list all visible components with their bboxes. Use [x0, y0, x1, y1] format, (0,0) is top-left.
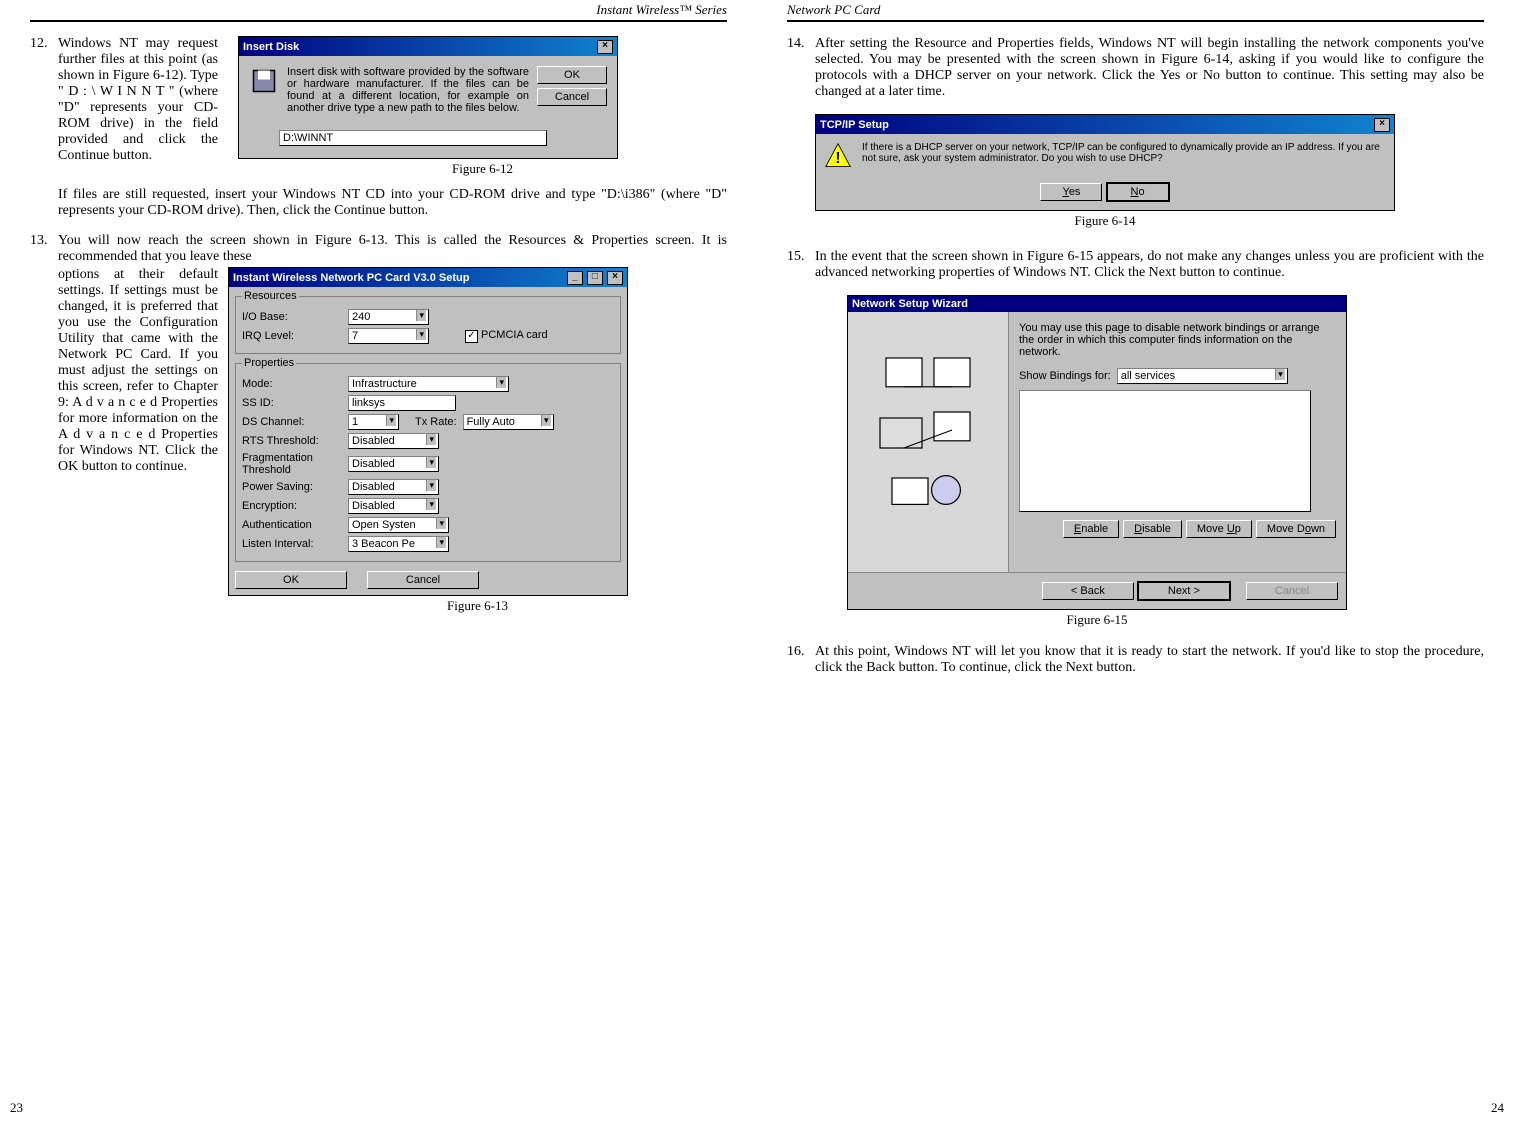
step-14-number: 14.	[787, 36, 815, 100]
ok-button[interactable]: OK	[537, 66, 607, 84]
ssid-label: SS ID:	[242, 397, 342, 409]
dialog-title: TCP/IP Setup	[820, 119, 889, 131]
path-input[interactable]: D:\WINNT	[279, 130, 547, 146]
step-13-number: 13.	[30, 233, 58, 614]
minimize-icon[interactable]: _	[567, 271, 583, 285]
io-base-label: I/O Base:	[242, 311, 342, 323]
step-15-text: In the event that the screen shown in Fi…	[815, 249, 1484, 281]
page-header-right: Network PC Card	[787, 0, 1484, 22]
back-button[interactable]: < Back	[1042, 582, 1134, 600]
ds-channel-label: DS Channel:	[242, 416, 342, 428]
warning-icon: !	[824, 142, 852, 170]
step-15-number: 15.	[787, 249, 815, 281]
dialog-message: If there is a DHCP server on your networ…	[862, 142, 1386, 170]
mode-select[interactable]: Infrastructure	[348, 376, 509, 392]
step-14-text: After setting the Resource and Propertie…	[815, 36, 1484, 100]
tx-rate-label: Tx Rate:	[415, 416, 457, 428]
listen-select[interactable]: 3 Beacon Pe	[348, 536, 449, 552]
rts-label: RTS Threshold:	[242, 435, 342, 447]
cancel-button[interactable]: Cancel	[367, 571, 479, 589]
dialog-title: Network Setup Wizard	[852, 298, 968, 310]
show-bindings-label: Show Bindings for:	[1019, 370, 1111, 382]
dialog-title: Instant Wireless Network PC Card V3.0 Se…	[233, 272, 469, 284]
ssid-input[interactable]: linksys	[348, 395, 456, 411]
move-down-button[interactable]: Move DownMove Down	[1256, 520, 1336, 538]
bindings-listbox[interactable]	[1019, 390, 1311, 512]
listen-label: Listen Interval:	[242, 538, 342, 550]
step-12-continued: If files are still requested, insert you…	[58, 187, 727, 219]
auth-label: Authentication	[242, 519, 342, 531]
ok-button[interactable]: OK	[235, 571, 347, 589]
irq-select[interactable]: 7	[348, 328, 429, 344]
power-select[interactable]: Disabled	[348, 479, 439, 495]
yes-button[interactable]: YYeses	[1040, 183, 1102, 201]
maximize-icon[interactable]: □	[587, 271, 603, 285]
cancel-button[interactable]: Cancel	[537, 88, 607, 106]
resources-group: Resources	[242, 290, 299, 302]
close-icon[interactable]: ×	[607, 271, 623, 285]
io-base-select[interactable]: 240	[348, 309, 429, 325]
step-13-text: options at their default settings. If se…	[58, 267, 218, 614]
wizard-intro: You may use this page to disable network…	[1019, 322, 1336, 358]
close-icon[interactable]: ×	[597, 40, 613, 54]
show-bindings-select[interactable]: all services	[1117, 368, 1288, 384]
next-button[interactable]: Next >	[1137, 581, 1231, 601]
ds-channel-select[interactable]: 1	[348, 414, 399, 430]
disk-icon	[249, 66, 279, 114]
step-12-text: Windows NT may request further files at …	[58, 36, 218, 177]
auth-select[interactable]: Open Systen	[348, 517, 449, 533]
pcmcia-checkbox[interactable]: ✓	[465, 330, 478, 343]
disable-button[interactable]: DisableDisable	[1123, 520, 1182, 538]
page-header-left: Instant Wireless™ Series	[30, 0, 727, 22]
figure-6-13-caption: Figure 6-13	[228, 598, 727, 614]
page-number-left: 23	[10, 1100, 23, 1116]
pcmcia-label: PCMCIA card	[481, 329, 548, 341]
encryption-select[interactable]: Disabled	[348, 498, 439, 514]
figure-6-15-caption: Figure 6-15	[847, 612, 1347, 628]
figure-6-12-caption: Figure 6-12	[238, 161, 727, 177]
frag-select[interactable]: Disabled	[348, 456, 439, 472]
tx-rate-select[interactable]: Fully Auto	[463, 414, 554, 430]
step-16-number: 16.	[787, 644, 815, 676]
figure-6-14-caption: Figure 6-14	[815, 213, 1395, 229]
dialog-title: Insert Disk	[243, 41, 299, 53]
frag-label: Fragmentation Threshold	[242, 452, 342, 476]
cancel-button[interactable]: Cancel	[1246, 582, 1338, 600]
irq-label: IRQ Level:	[242, 330, 342, 342]
svg-text:!: !	[835, 150, 840, 167]
dialog-message: Insert disk with software provided by th…	[279, 66, 537, 114]
network-wizard-dialog: Network Setup Wizard Yo	[847, 295, 1347, 610]
mode-label: Mode:	[242, 378, 342, 390]
no-button[interactable]: NoNo	[1106, 182, 1170, 202]
rts-select[interactable]: Disabled	[348, 433, 439, 449]
step-12-number: 12.	[30, 36, 58, 219]
power-label: Power Saving:	[242, 481, 342, 493]
close-icon[interactable]: ×	[1374, 118, 1390, 132]
properties-group: Properties	[242, 357, 296, 369]
step-16-text: At this point, Windows NT will let you k…	[815, 644, 1484, 676]
move-up-button[interactable]: Move UpMove Up	[1186, 520, 1252, 538]
setup-dialog: Instant Wireless Network PC Card V3.0 Se…	[228, 267, 628, 596]
step-13-intro: You will now reach the screen shown in F…	[58, 233, 727, 265]
enable-button[interactable]: EnableEnable	[1063, 520, 1119, 538]
encryption-label: Encryption:	[242, 500, 342, 512]
insert-disk-dialog: Insert Disk × Insert disk with software …	[238, 36, 618, 159]
wizard-illustration	[848, 312, 1009, 572]
page-number-right: 24	[1491, 1100, 1504, 1116]
tcpip-dialog: TCP/IP Setup × ! If there is a DHCP serv…	[815, 114, 1395, 211]
